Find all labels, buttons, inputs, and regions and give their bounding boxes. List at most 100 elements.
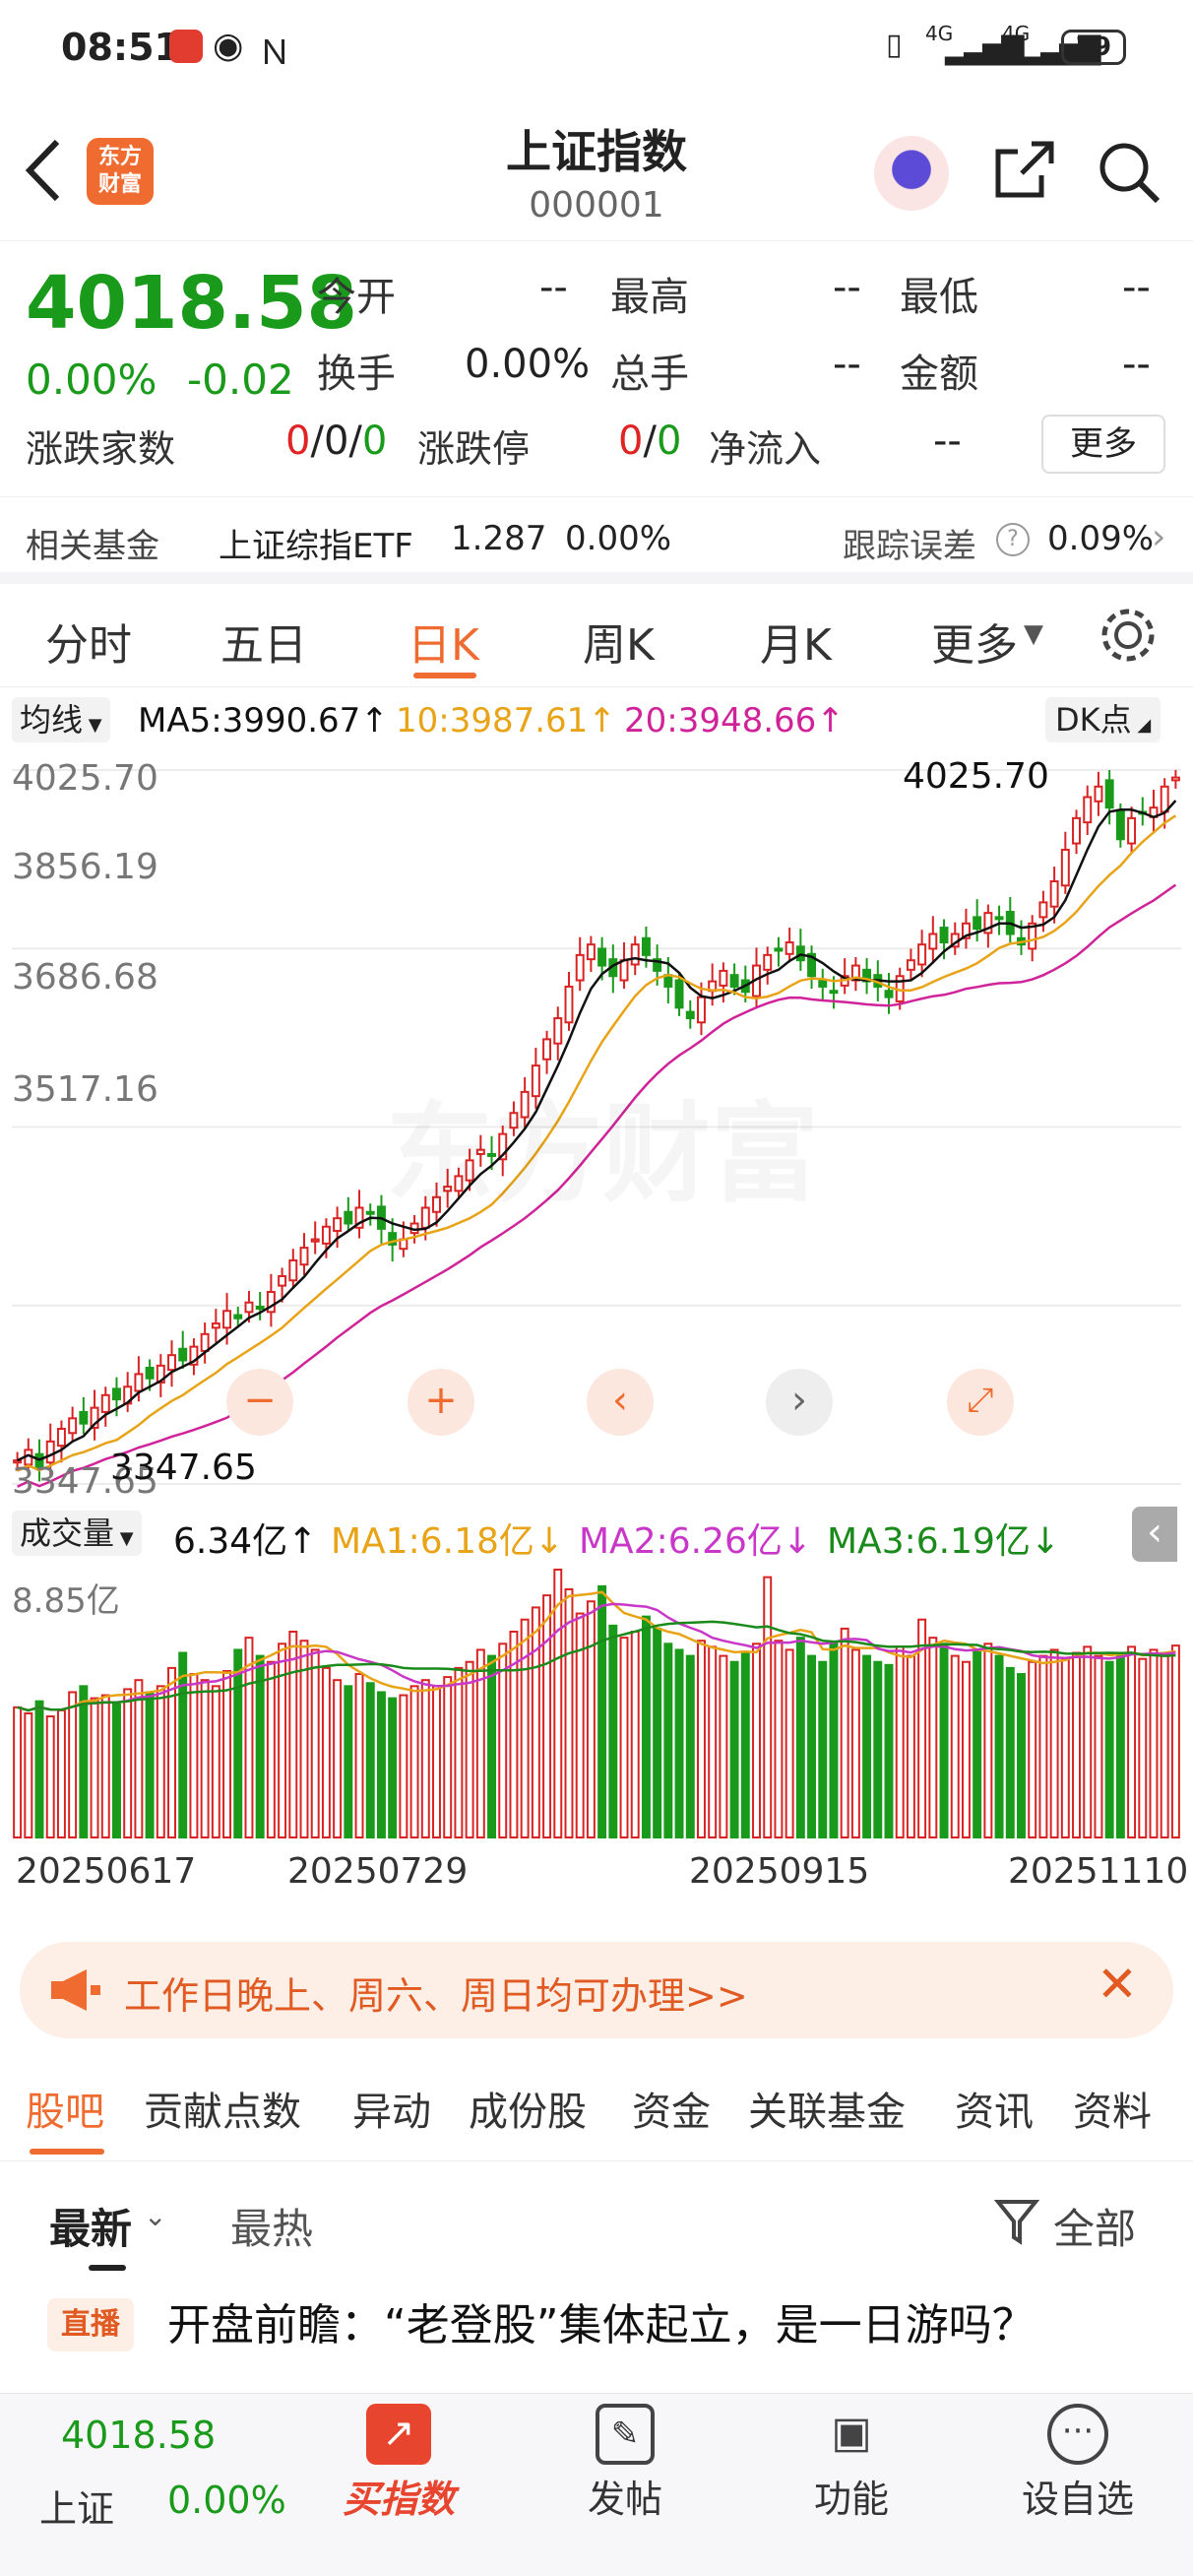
volume-bar: [288, 1631, 298, 1839]
volume-bar: [950, 1654, 960, 1839]
gear-icon[interactable]: [1097, 604, 1160, 667]
close-icon[interactable]: ✕: [1097, 1956, 1138, 2013]
filter-all-label[interactable]: 全部: [1053, 2196, 1136, 2256]
candle: [178, 1347, 188, 1362]
feed-tab-latest[interactable]: 最新: [49, 2196, 132, 2256]
tab-more[interactable]: 更多: [931, 610, 1018, 673]
candle: [344, 1210, 353, 1225]
open-value: --: [539, 265, 568, 310]
post-button[interactable]: ✎ 发帖: [551, 2404, 699, 2523]
tab-daily-k[interactable]: 日K: [408, 610, 479, 673]
volume-bar: [818, 1660, 828, 1838]
tab-five-day[interactable]: 五日: [220, 610, 307, 673]
candle: [145, 1367, 155, 1380]
volume-bar: [487, 1654, 497, 1839]
volume-bar: [465, 1660, 474, 1838]
collapse-panel-button[interactable]: ‹: [1132, 1507, 1177, 1562]
candle: [1049, 880, 1059, 908]
candle: [1094, 785, 1103, 803]
volume-bar: [376, 1691, 386, 1838]
tracking-label: 跟踪误差: [843, 527, 976, 566]
date-label-4: 20251110: [1008, 1851, 1189, 1892]
volume-bar: [68, 1691, 78, 1838]
tab-constituents[interactable]: 成份股: [469, 2080, 587, 2137]
volume-bar: [983, 1642, 993, 1838]
candle: [906, 959, 915, 971]
tab-profile[interactable]: 资料: [1073, 2080, 1152, 2137]
dk-point-selector[interactable]: DK点 ◢: [1045, 697, 1162, 742]
scroll-left-button[interactable]: ‹: [587, 1369, 654, 1436]
zoom-out-button[interactable]: −: [226, 1369, 293, 1436]
buy-index-label: 买指数: [342, 2478, 455, 2521]
feed-tab-hot[interactable]: 最热: [230, 2196, 313, 2256]
function-button[interactable]: ▣ 功能: [778, 2404, 925, 2523]
page-title: 上证指数: [506, 125, 687, 178]
eastmoney-logo[interactable]: 东方 财富: [87, 138, 154, 205]
volume-legend: 成交量 ▼ 6.34亿↑ MA1:6.18亿↓ MA2:6.26亿↓ MA3:6…: [0, 1505, 1193, 1562]
tab-funds-flow[interactable]: 资金: [632, 2080, 711, 2137]
ai-assistant-icon[interactable]: [874, 136, 949, 211]
candle: [575, 953, 585, 982]
zoom-in-button[interactable]: +: [408, 1369, 474, 1436]
ma10-value: 10:3987.61↑: [396, 701, 616, 741]
volume-bar: [685, 1654, 695, 1839]
volume-bar: [619, 1637, 629, 1838]
high-label: 最高: [610, 275, 689, 320]
related-fund-row[interactable]: 相关基金 上证综指ETF 1.287 0.00% 跟踪误差 ? 0.09% ›: [0, 497, 1193, 584]
volume-bar: [45, 1715, 55, 1838]
candle: [928, 933, 938, 950]
tab-contribution[interactable]: 贡献点数: [144, 2080, 301, 2137]
filter-icon[interactable]: [994, 2196, 1039, 2247]
tab-movement[interactable]: 异动: [352, 2080, 431, 2137]
fullscreen-button[interactable]: ⤢: [947, 1369, 1014, 1436]
bottom-index-name: 上证: [39, 2487, 115, 2531]
limit-sep: /: [643, 419, 657, 464]
candle: [79, 1410, 89, 1425]
volume-bar: [1038, 1654, 1048, 1839]
y-label-1: 4025.70: [12, 758, 158, 799]
tab-monthly-k[interactable]: 月K: [760, 610, 832, 673]
candle: [299, 1247, 309, 1266]
post-item[interactable]: 直播 开盘前瞻：“老登股”集体起立，是一日游吗？: [0, 2275, 1193, 2393]
live-tag: 直播: [47, 2298, 134, 2351]
candle: [255, 1305, 265, 1310]
tab-weekly-k[interactable]: 周K: [583, 610, 655, 673]
edit-icon: ✎: [596, 2404, 655, 2465]
kline-chart[interactable]: 4025.70 3856.19 3686.68 3517.16 3347.65 …: [12, 750, 1181, 1504]
candle: [68, 1417, 78, 1435]
help-icon[interactable]: ?: [996, 523, 1030, 556]
breadth-label: 涨跌家数: [26, 427, 176, 471]
promo-banner[interactable]: 工作日晚上、周六、周日均可办理>> ✕: [20, 1942, 1173, 2038]
candle: [685, 1010, 695, 1020]
eye-icon: ◉: [213, 26, 244, 66]
ma-selector[interactable]: 均线 ▼: [12, 697, 110, 742]
volume-bar: [884, 1663, 894, 1839]
tab-related-funds[interactable]: 关联基金: [748, 2080, 906, 2137]
scroll-right-button[interactable]: ›: [766, 1369, 833, 1436]
vol-ma1: MA1:6.18亿↓: [331, 1521, 565, 1562]
y-label-2: 3856.19: [12, 847, 158, 887]
volume-bar: [774, 1640, 784, 1839]
bottom-price: 4018.58: [61, 2414, 217, 2457]
date-label-2: 20250729: [287, 1851, 469, 1892]
tab-news[interactable]: 资讯: [955, 2080, 1034, 2137]
max-marker: 4025.70: [903, 756, 1049, 797]
ma-legend: 均线 ▼ MA5:3990.67↑ 10:3987.61↑ 20:3948.66…: [0, 691, 1193, 750]
more-button[interactable]: 更多: [1041, 415, 1165, 474]
vibrate-icon: ▯: [886, 28, 903, 62]
volume-selector[interactable]: 成交量 ▼: [12, 1511, 142, 1556]
buy-index-button[interactable]: ↗ 买指数: [325, 2404, 472, 2523]
candle: [763, 953, 773, 971]
back-icon[interactable]: [20, 136, 69, 205]
volume-bar: [178, 1651, 188, 1838]
add-watchlist-button[interactable]: ··· 设自选: [1004, 2404, 1152, 2523]
amount-value: --: [1122, 342, 1151, 387]
share-icon[interactable]: [992, 138, 1057, 203]
volume-bar: [1049, 1648, 1059, 1838]
limit-values: 0/0: [618, 419, 681, 464]
search-icon[interactable]: [1095, 138, 1163, 207]
volume-chart[interactable]: 8.85亿: [12, 1564, 1181, 1839]
tab-guba[interactable]: 股吧: [26, 2080, 104, 2137]
volume-bar: [222, 1669, 232, 1838]
tab-intraday[interactable]: 分时: [45, 610, 132, 673]
